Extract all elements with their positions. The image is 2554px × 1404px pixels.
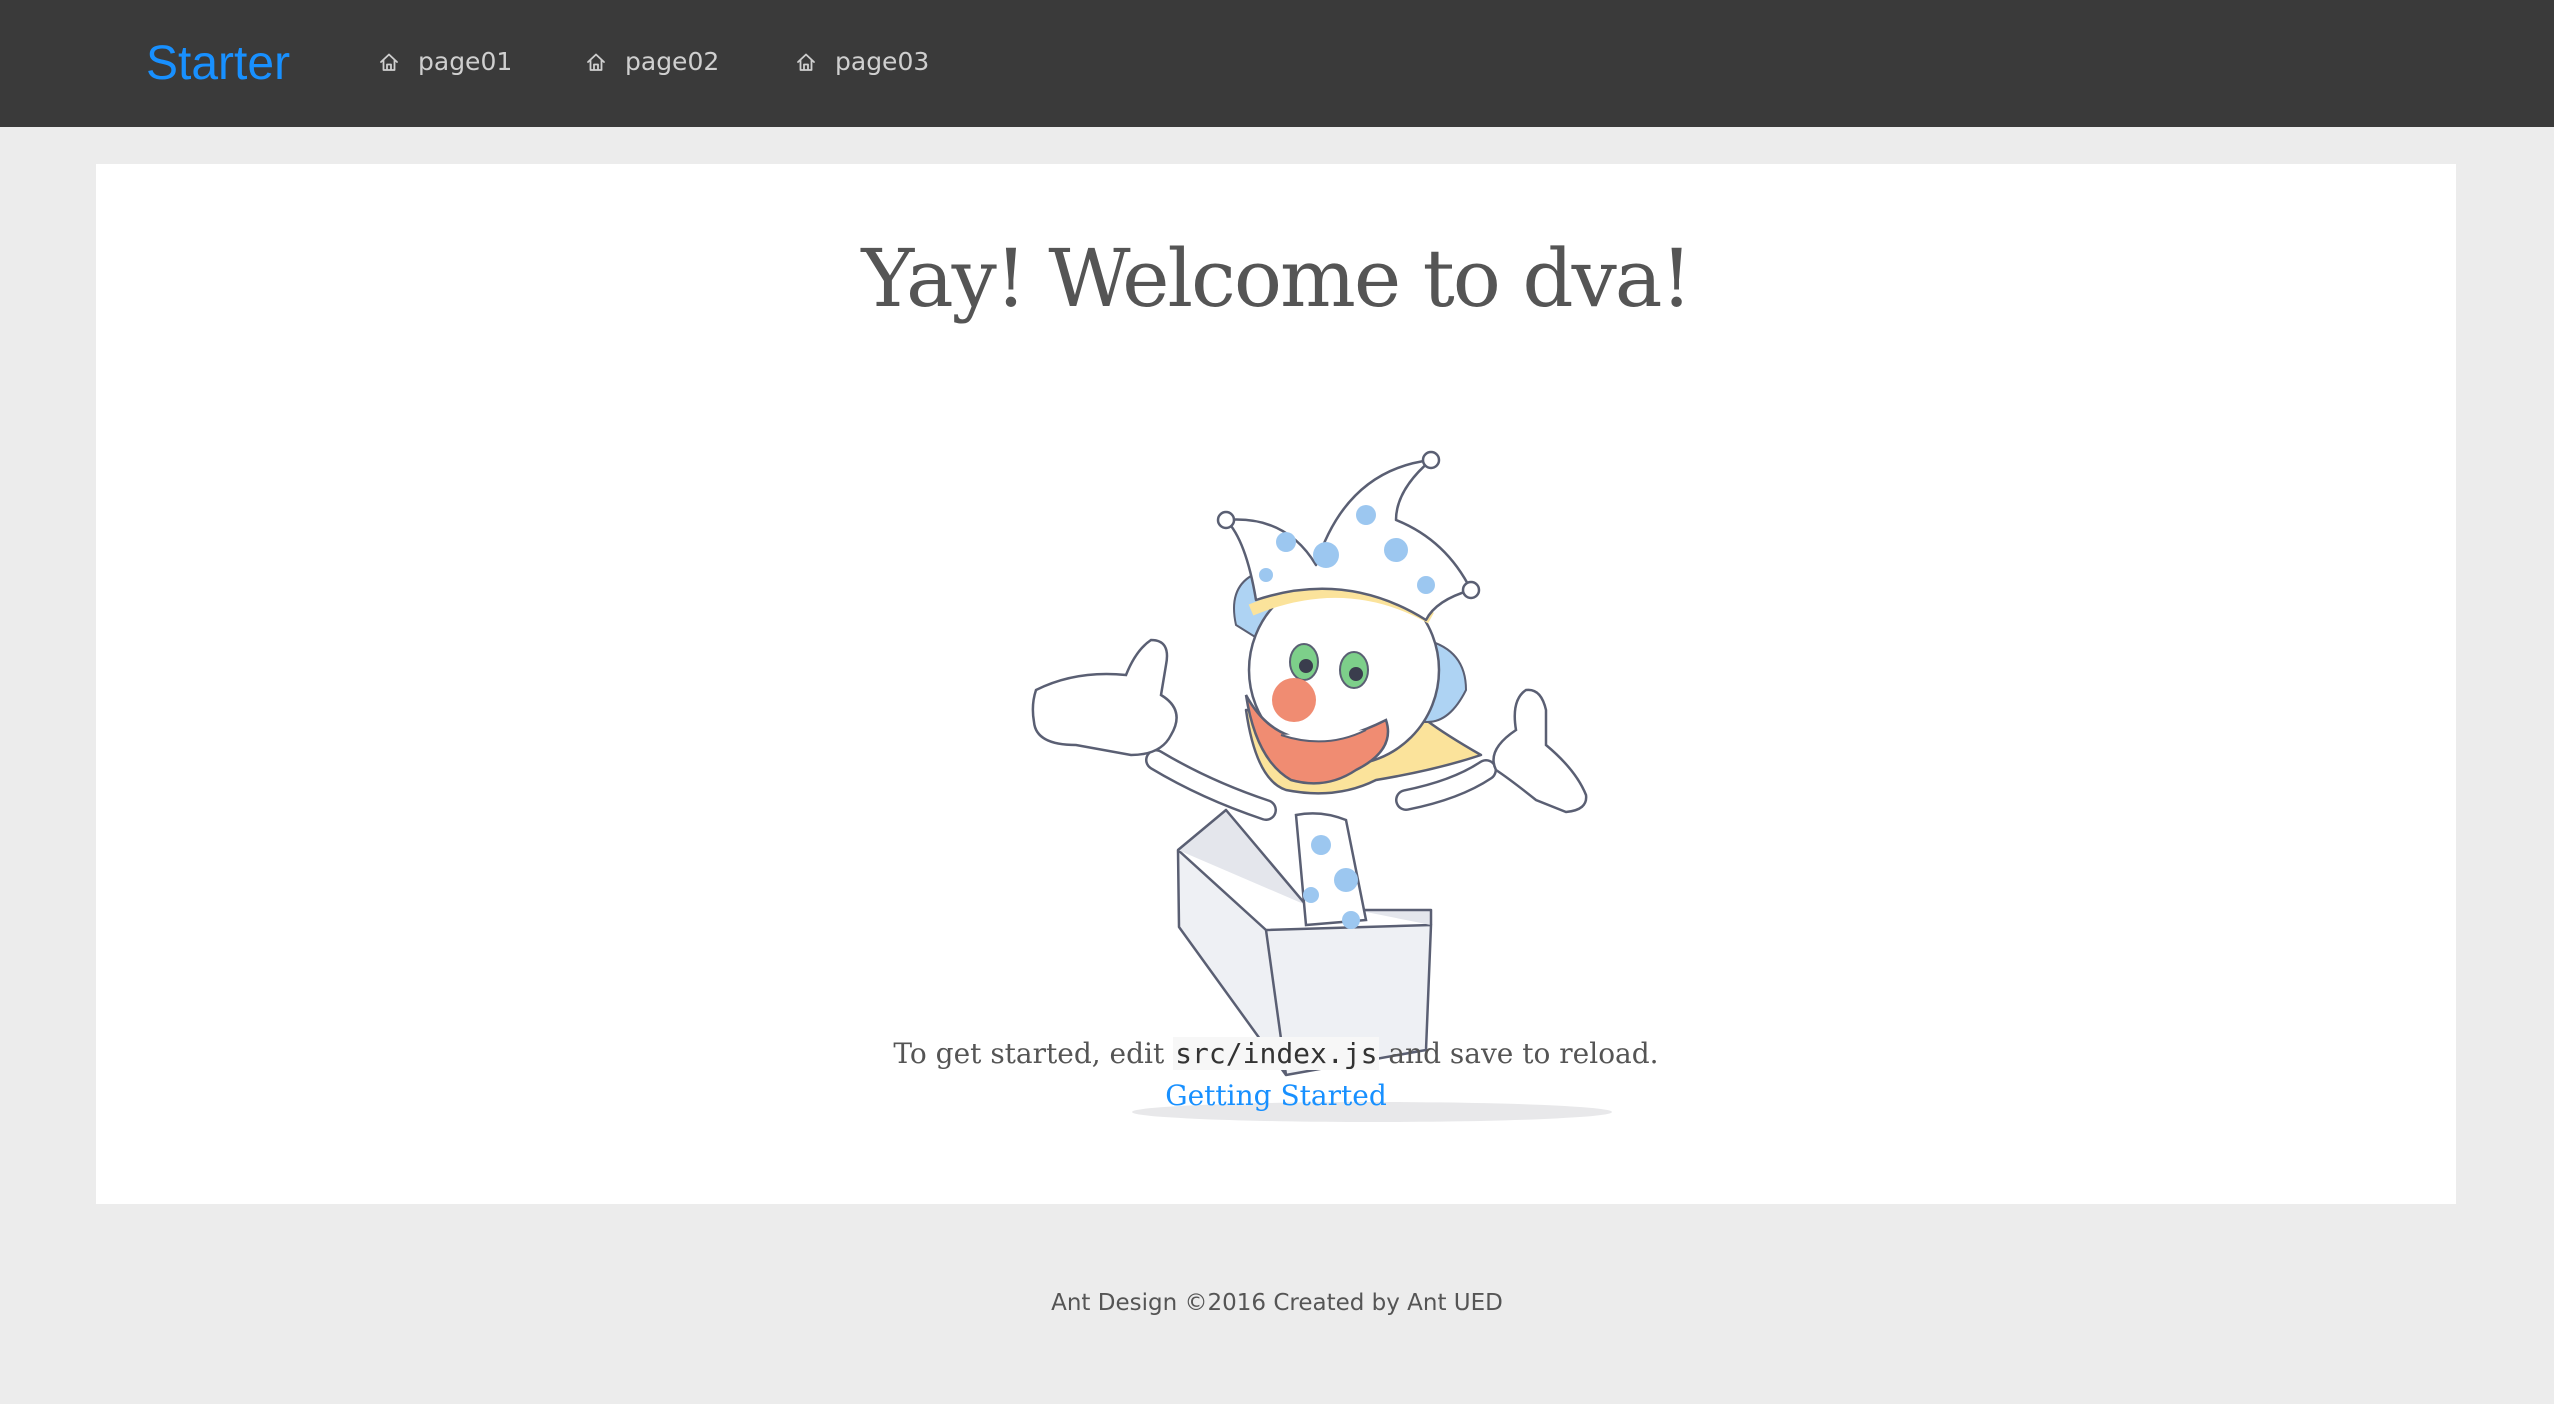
nav-item-page01[interactable]: page01	[378, 44, 512, 80]
getting-started-instructions: To get started, edit src/index.js and sa…	[96, 1034, 2456, 1074]
getting-started-link-row: Getting Started	[96, 1076, 2456, 1116]
file-path-code: src/index.js	[1173, 1037, 1380, 1070]
getting-started-link[interactable]: Getting Started	[1165, 1079, 1387, 1112]
home-icon	[795, 51, 817, 73]
nav-item-label: page01	[418, 47, 513, 76]
description-prefix: To get started, edit	[893, 1037, 1165, 1070]
nav-item-label: page02	[625, 47, 720, 76]
app-logo[interactable]: Starter	[146, 36, 290, 92]
nav-item-label: page03	[835, 47, 930, 76]
home-icon	[378, 51, 400, 73]
top-navigation-bar: Starter page01 page02 page03	[0, 0, 2554, 127]
footer-text: Ant Design ©2016 Created by Ant UED	[1051, 1290, 1503, 1316]
clown-illustration	[926, 350, 1646, 1140]
nav-item-page02[interactable]: page02	[585, 44, 719, 80]
content-card: Yay! Welcome to dva! To get started, edi…	[96, 164, 2456, 1204]
page-title: Yay! Welcome to dva!	[861, 232, 1692, 325]
description-suffix: and save to reload.	[1388, 1037, 1659, 1070]
home-icon	[585, 51, 607, 73]
nav-item-page03[interactable]: page03	[795, 44, 929, 80]
